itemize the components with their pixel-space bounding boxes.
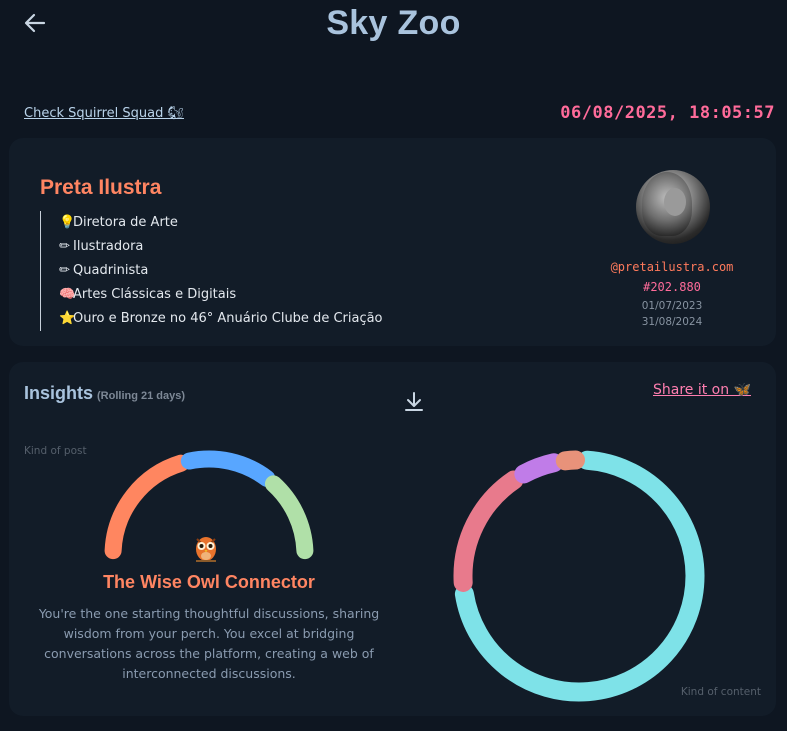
owl-icon xyxy=(192,532,220,562)
bio-item: ⭐Ouro e Bronze no 46° Anuário Clube de C… xyxy=(59,307,383,331)
date-last: 31/08/2024 xyxy=(641,316,703,328)
pencil-icon: ✏ xyxy=(59,239,70,254)
bio-item: 🧠Artes Clássicas e Digitais xyxy=(59,283,383,307)
gauge-segment xyxy=(180,450,276,487)
profile-card: Preta Ilustra 💡Diretora de Arte ✏ Ilustra… xyxy=(9,138,776,346)
check-squirrel-squad-link[interactable]: Check Squirrel Squad 🐿 xyxy=(24,106,184,121)
gauge-segment xyxy=(264,475,314,560)
lightbulb-icon: 💡 xyxy=(59,215,76,230)
download-icon xyxy=(405,392,423,411)
share-button[interactable]: Share it on 🦋 xyxy=(653,382,751,398)
insights-card: Insights (Rolling 21 days) Share it on 🦋 … xyxy=(9,362,776,716)
star-icon: ⭐ xyxy=(59,311,76,326)
insights-title: Insights (Rolling 21 days) xyxy=(24,383,186,403)
kind-of-post-label: Kind of post xyxy=(24,445,87,457)
date-joined: 01/07/2023 xyxy=(641,300,703,312)
gauge-segment xyxy=(104,454,190,560)
timestamp: 06/08/2025, 18:05:57 xyxy=(560,103,775,123)
bio-item: ✏ Quadrinista xyxy=(59,259,383,283)
bio-item: ✏ Ilustradora xyxy=(59,235,383,259)
kind-of-content-donut xyxy=(453,450,705,702)
bio-list: 💡Diretora de Arte ✏ Ilustradora ✏ Quadrini… xyxy=(40,211,383,331)
member-number: #202.880 xyxy=(643,280,701,294)
download-button[interactable] xyxy=(402,390,426,414)
donut-segment xyxy=(555,450,586,471)
donut-segment xyxy=(514,453,564,484)
persona-description: You're the one starting thoughtful discu… xyxy=(38,606,380,681)
app-title: Sky Zoo xyxy=(326,4,461,42)
profile-handle[interactable]: @pretailustra.com xyxy=(606,260,738,274)
insights-subtitle: (Rolling 21 days) xyxy=(97,390,186,402)
brain-icon: 🧠 xyxy=(59,287,76,302)
kind-of-content-label: Kind of content xyxy=(680,686,761,698)
bio-item: 💡Diretora de Arte xyxy=(59,211,383,235)
persona-title: The Wise Owl Connector xyxy=(103,572,315,592)
avatar[interactable] xyxy=(636,170,710,244)
donut-segment xyxy=(453,470,524,592)
pencil-icon: ✏ xyxy=(59,263,70,278)
profile-name: Preta Ilustra xyxy=(40,176,162,199)
